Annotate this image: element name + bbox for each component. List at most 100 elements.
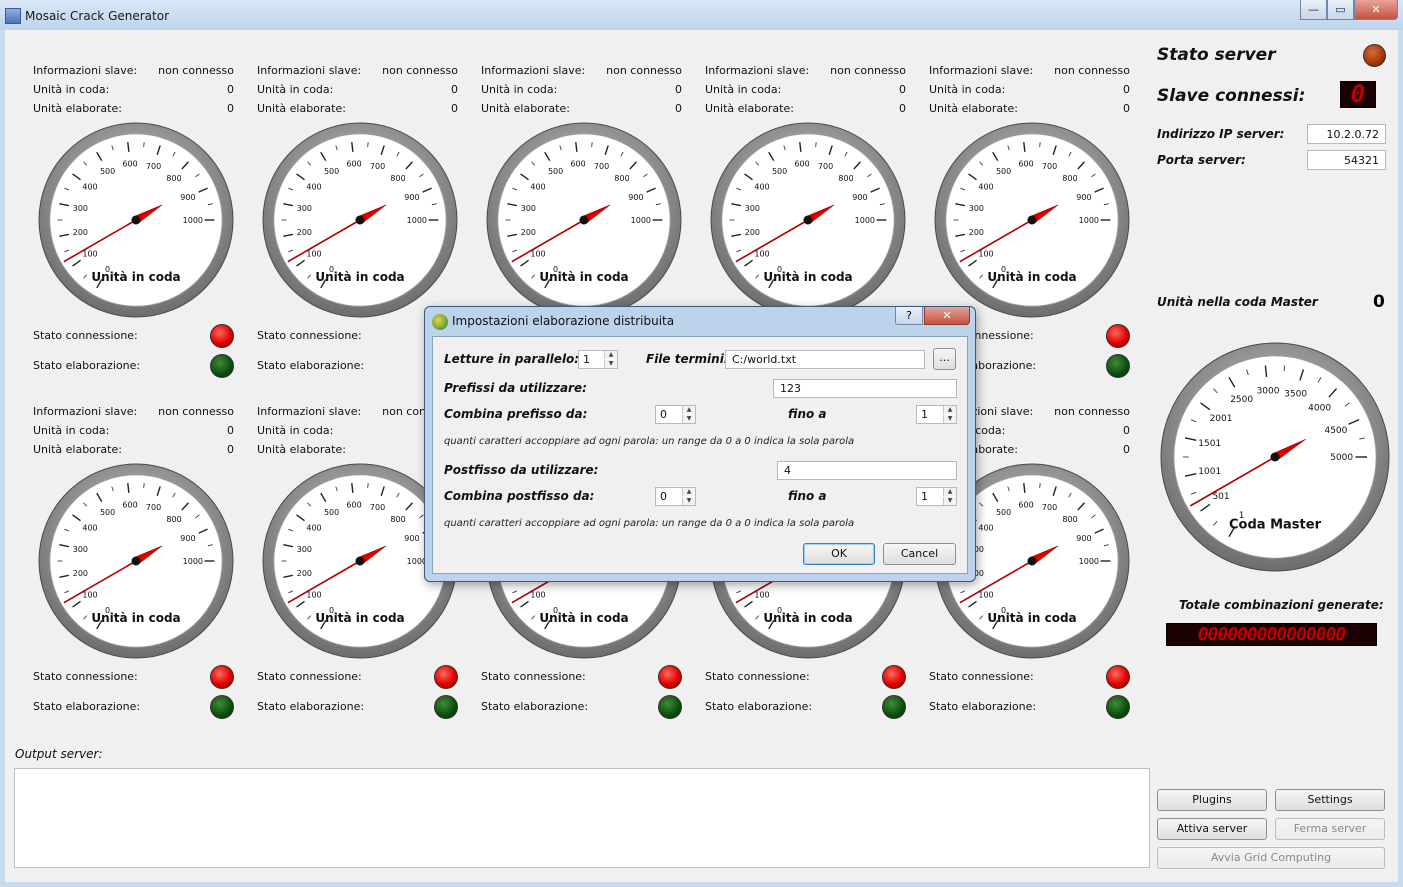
gauge-hub (803, 215, 813, 225)
server-ip-field[interactable]: 10.2.0.72 (1307, 124, 1386, 144)
gauge-tick-label: 2500 (1230, 395, 1253, 405)
close-button[interactable]: ✕ (1354, 0, 1398, 20)
connection-status-label: Stato connessione: (33, 670, 138, 683)
spin-down-icon[interactable]: ▼ (682, 415, 695, 423)
slave-info-row: Informazioni slave: non connesso (33, 405, 234, 419)
gauge-label: Unità in coda (987, 611, 1076, 625)
gauge-tick-label: 500 (100, 167, 115, 176)
gauge-tick-label: 600 (122, 500, 137, 509)
dialog-close-button[interactable]: ✕ (924, 307, 970, 325)
gauge-tick-label: 200 (297, 569, 312, 578)
gauge-hub (1027, 556, 1037, 566)
start-server-button[interactable]: Attiva server (1157, 818, 1267, 840)
gauge-tick-label: 300 (73, 204, 88, 213)
spin-down-icon[interactable]: ▼ (943, 415, 956, 423)
spin-down-icon[interactable]: ▼ (682, 497, 695, 505)
gauge-tick-label: 900 (1076, 534, 1091, 543)
gauge-tick-label: 600 (122, 159, 137, 168)
help-button[interactable]: ? (895, 307, 923, 325)
slave-queue-gauge: 01002003004005006007008009001000Unità in… (262, 122, 458, 318)
master-queue-gauge: 150110011501200125003000 3500400045005000… (1160, 342, 1390, 572)
gauge-tick-label: 400 (306, 183, 321, 192)
gauge-tick-label: 400 (978, 183, 993, 192)
slave-processed-label: Unità elaborate: (33, 102, 122, 115)
slave-info-value: non connesso (158, 64, 234, 77)
maximize-button[interactable]: ▭ (1327, 0, 1354, 20)
plugins-button[interactable]: Plugins (1157, 789, 1267, 811)
stop-server-button[interactable]: Ferma server (1275, 818, 1385, 840)
window-controls: — ▭ ✕ (1300, 0, 1398, 20)
postfix-field[interactable]: 4 (777, 461, 957, 480)
connection-status-led (882, 665, 906, 689)
slave-queued-value: 0 (675, 83, 682, 96)
gauge-tick-label: 800 (614, 174, 629, 183)
gauge-tick-label: 4000 (1308, 403, 1331, 413)
settings-button[interactable]: Settings (1275, 789, 1385, 811)
connection-status-label: Stato connessione: (33, 329, 138, 342)
connection-status-led (658, 665, 682, 689)
minimize-button[interactable]: — (1300, 0, 1327, 20)
connection-status-led (210, 665, 234, 689)
terms-file-field[interactable]: C:/world.txt (725, 350, 925, 369)
gauge-tick-label: 300 (297, 545, 312, 554)
gauge-minor-tick (367, 141, 369, 147)
postfix-note: quanti caratteri accoppiare ad ogni paro… (444, 518, 855, 529)
connection-status-label: Stato connessione: (481, 670, 586, 683)
gauge-hub (131, 556, 141, 566)
processing-status-label: Stato elaborazione: (257, 359, 365, 372)
slave-queued-label: Unità in coda: (257, 83, 334, 96)
gauge-tick-label: 100 (978, 590, 993, 599)
gauge-tick-label: 700 (594, 162, 609, 171)
ok-button[interactable]: OK (803, 543, 875, 565)
combine-prefix-label: Combina prefisso da: (444, 407, 588, 421)
processing-status-led (434, 695, 458, 719)
parallel-reads-spinbox[interactable]: 1 ▲ ▼ (578, 350, 618, 369)
prefix-field[interactable]: 123 (773, 379, 957, 398)
gauge-tick-label: 200 (73, 228, 88, 237)
slave-queued-label: Unità in coda: (257, 424, 334, 437)
gauge-tick-label: 700 (370, 162, 385, 171)
spin-up-icon[interactable]: ▲ (682, 488, 695, 496)
cancel-button[interactable]: Cancel (883, 543, 956, 565)
spin-down-icon[interactable]: ▼ (943, 497, 956, 505)
spin-up-icon[interactable]: ▲ (943, 488, 956, 496)
spin-down-icon[interactable]: ▼ (604, 360, 617, 368)
gauge-hub (355, 556, 365, 566)
combine-prefix-from-spinbox[interactable]: 0 ▲ ▼ (655, 405, 696, 424)
slave-processed-row: Unità elaborate: 0 (929, 102, 1130, 116)
processing-status-label: Stato elaborazione: (929, 700, 1037, 713)
spin-up-icon[interactable]: ▲ (682, 406, 695, 414)
spin-up-icon[interactable]: ▲ (604, 351, 617, 359)
grid-computing-button[interactable]: Avvia Grid Computing (1157, 847, 1385, 869)
master-queue-value: 0 (1373, 292, 1385, 312)
gauge-hub (1027, 215, 1037, 225)
connection-status-led (434, 665, 458, 689)
slave-info-value: non connesso (382, 64, 458, 77)
combine-postfix-from-spinbox[interactable]: 0 ▲ ▼ (655, 487, 696, 506)
gauge-tick-label: 500 (100, 508, 115, 517)
spin-up-icon[interactable]: ▲ (943, 406, 956, 414)
gauge-tick-label: 400 (82, 183, 97, 192)
connection-status-row: Stato connessione: (257, 665, 458, 689)
browse-button[interactable]: ... (933, 348, 956, 370)
gauge-tick-label: 400 (530, 183, 545, 192)
server-port-field[interactable]: 54321 (1307, 150, 1386, 170)
gauge-tick-label: 900 (404, 193, 419, 202)
gauge-tick-label: 700 (370, 503, 385, 512)
gauge-tick-label: 600 (346, 159, 361, 168)
slave-queued-row: Unità in coda: 0 (33, 424, 234, 438)
combine-prefix-to-spinbox[interactable]: 1 ▲ ▼ (916, 405, 957, 424)
output-textarea[interactable] (14, 768, 1150, 868)
slave-info-label: Informazioni slave: (33, 64, 138, 77)
gauge-tick-label: 200 (521, 228, 536, 237)
combine-postfix-to-spinbox[interactable]: 1 ▲ ▼ (916, 487, 957, 506)
gauge-minor-tick (1039, 141, 1041, 147)
slave-info-value: non connesso (1054, 64, 1130, 77)
gauge-hub (355, 215, 365, 225)
connected-slaves-display: 0 (1340, 81, 1376, 108)
gauge-tick-label: 900 (852, 193, 867, 202)
gauge-tick-label: 700 (146, 162, 161, 171)
gauge-tick-label: 900 (180, 534, 195, 543)
gauge-tick-label: 1000 (855, 216, 875, 225)
postfix-label: Postfisso da utilizzare: (444, 463, 599, 477)
